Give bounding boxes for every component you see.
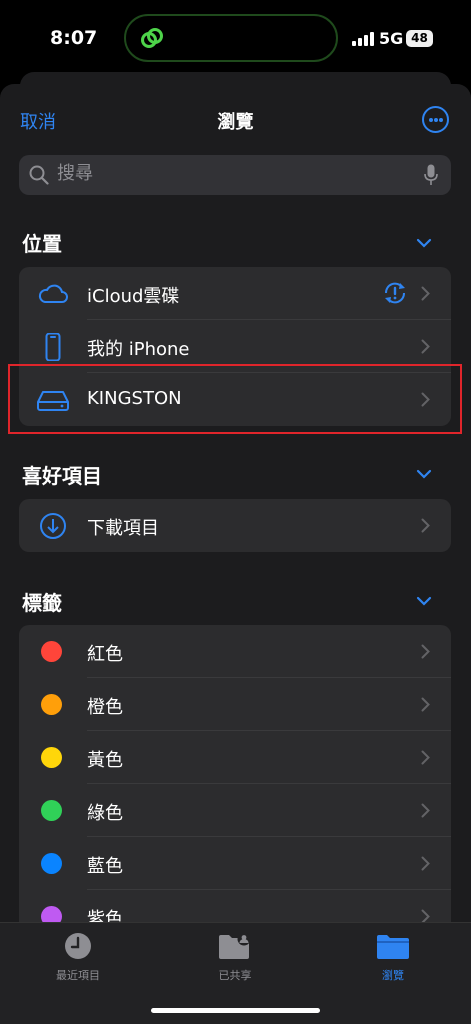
highlight-annotation [8,364,462,434]
chevron-down-icon[interactable] [416,238,432,248]
status-bar: 8:07 5G 48 [0,0,471,70]
tag-color-dot [41,800,62,821]
chevron-right-icon [421,286,430,301]
dynamic-island[interactable] [124,14,338,62]
tag-item-yellow[interactable]: 黃色 [19,731,451,784]
section-title-favorites: 喜好項目 [22,464,102,488]
search-input[interactable] [57,163,417,184]
chevron-down-icon[interactable] [416,469,432,479]
tag-color-dot [41,853,62,874]
link-icon [141,28,163,48]
location-item-icloud[interactable]: iCloud雲碟 [19,267,451,320]
search-bar[interactable] [19,155,451,195]
chevron-right-icon [421,750,430,765]
tab-label: 瀏覽 [382,969,404,982]
download-icon [40,513,66,539]
chevron-right-icon [421,518,430,533]
chevron-right-icon [421,644,430,659]
location-label: 我的 iPhone [87,339,190,360]
section-title-locations: 位置 [22,232,62,256]
tag-color-dot [41,641,62,662]
tab-browse[interactable]: 瀏覽 [338,931,448,983]
chevron-down-icon[interactable] [416,596,432,606]
home-indicator[interactable] [151,1008,320,1013]
tag-label: 黃色 [87,750,123,771]
favorite-label: 下載項目 [87,518,159,539]
phone-icon [45,333,61,361]
tab-shared[interactable]: 已共享 [180,931,290,983]
battery-icon: 48 [406,30,433,47]
tag-item-green[interactable]: 綠色 [19,784,451,837]
tab-recent[interactable]: 最近項目 [23,931,133,983]
signal-icon [352,32,374,46]
location-label: iCloud雲碟 [87,286,180,307]
favorites-list: 下載項目 [19,499,451,552]
chevron-right-icon [421,339,430,354]
tag-label: 綠色 [87,803,123,824]
tag-color-dot [41,694,62,715]
clock-icon [65,933,91,959]
tab-label: 最近項目 [56,969,100,982]
shared-folder-icon [219,932,251,959]
tag-item-blue[interactable]: 藍色 [19,837,451,890]
cloud-icon [38,284,68,303]
status-time: 8:07 [50,27,98,49]
tags-list: 紅色 橙色 黃色 綠色 藍色 紫色 [19,625,451,925]
tag-item-red[interactable]: 紅色 [19,625,451,678]
network-type: 5G [379,29,404,48]
page-title: 瀏覽 [217,112,254,133]
sync-alert-icon[interactable] [382,280,408,306]
tag-item-purple[interactable]: 紫色 [19,890,451,925]
folder-icon [377,935,409,959]
microphone-icon[interactable] [424,164,438,186]
search-icon [29,165,49,185]
favorite-item-downloads[interactable]: 下載項目 [19,499,451,552]
section-title-tags: 標籤 [22,591,62,615]
tag-label: 紅色 [87,644,123,665]
chevron-right-icon [421,803,430,818]
tab-label: 已共享 [218,969,252,982]
tag-color-dot [41,747,62,768]
chevron-right-icon [421,697,430,712]
tag-label: 橙色 [87,697,123,718]
more-options-button[interactable] [422,106,449,133]
tag-label: 藍色 [87,856,123,877]
tag-item-orange[interactable]: 橙色 [19,678,451,731]
chevron-right-icon [421,856,430,871]
